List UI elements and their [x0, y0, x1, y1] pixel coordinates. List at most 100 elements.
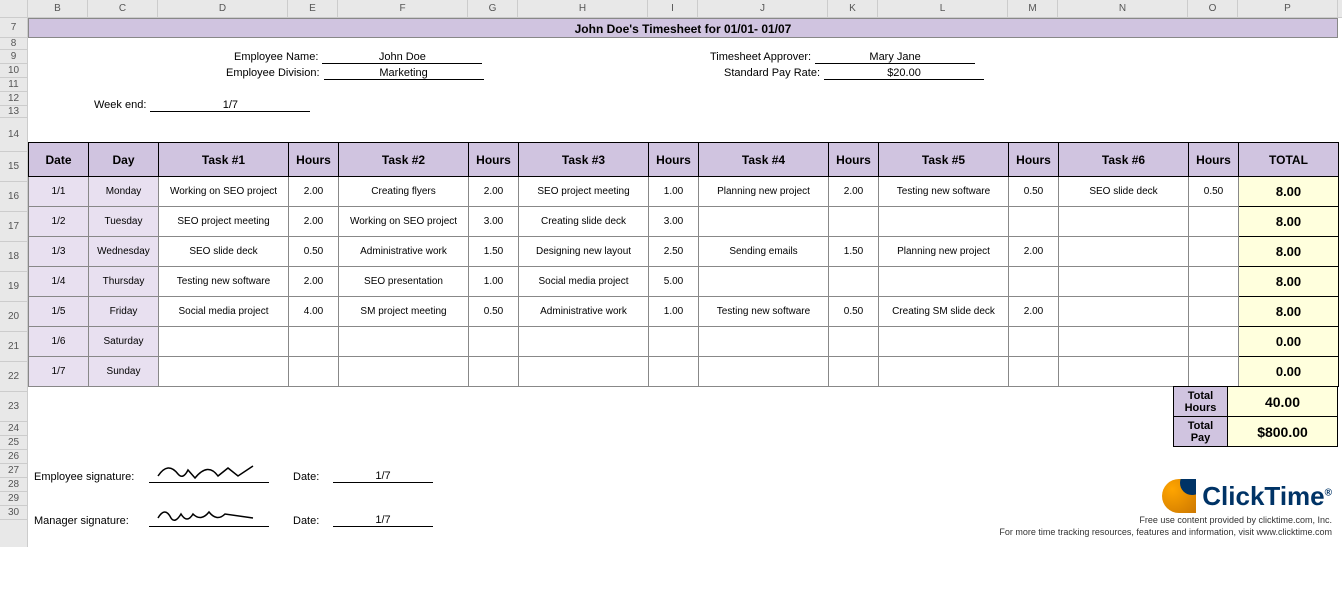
row-header-17[interactable]: 17 — [0, 212, 27, 242]
row-header-29[interactable]: 29 — [0, 492, 27, 506]
row-header-26[interactable]: 26 — [0, 450, 27, 464]
cell-date[interactable]: 1/2 — [29, 207, 89, 237]
row-header-16[interactable]: 16 — [0, 182, 27, 212]
cell-2-2[interactable]: Administrative work — [339, 237, 469, 267]
row-header-30[interactable]: 30 — [0, 506, 27, 520]
cell-5-5[interactable] — [649, 327, 699, 357]
cell-1-9[interactable] — [1009, 207, 1059, 237]
cell-1-3[interactable]: 3.00 — [469, 207, 519, 237]
cell-5-10[interactable] — [1059, 327, 1189, 357]
cell-0-8[interactable]: Testing new software — [879, 177, 1009, 207]
cell-4-11[interactable] — [1189, 297, 1239, 327]
cell-4-5[interactable]: 1.00 — [649, 297, 699, 327]
cell-0-1[interactable]: 2.00 — [289, 177, 339, 207]
cell-date[interactable]: 1/5 — [29, 297, 89, 327]
cell-3-6[interactable] — [699, 267, 829, 297]
cell-0-9[interactable]: 0.50 — [1009, 177, 1059, 207]
cell-5-11[interactable] — [1189, 327, 1239, 357]
cell-3-10[interactable] — [1059, 267, 1189, 297]
cell-6-3[interactable] — [469, 357, 519, 387]
col-header-N[interactable]: N — [1058, 0, 1188, 17]
cell-1-5[interactable]: 3.00 — [649, 207, 699, 237]
row-header-9[interactable]: 9 — [0, 50, 27, 64]
cell-5-4[interactable] — [519, 327, 649, 357]
cell-5-2[interactable] — [339, 327, 469, 357]
cell-date[interactable]: 1/1 — [29, 177, 89, 207]
cell-date[interactable]: 1/7 — [29, 357, 89, 387]
cell-2-9[interactable]: 2.00 — [1009, 237, 1059, 267]
col-header-K[interactable]: K — [828, 0, 878, 17]
cell-2-11[interactable] — [1189, 237, 1239, 267]
cell-date[interactable]: 1/3 — [29, 237, 89, 267]
col-header-J[interactable]: J — [698, 0, 828, 17]
cell-1-8[interactable] — [879, 207, 1009, 237]
col-header-L[interactable]: L — [878, 0, 1008, 17]
table-row[interactable]: 1/6Saturday0.00 — [29, 327, 1339, 357]
cell-1-10[interactable] — [1059, 207, 1189, 237]
row-header-22[interactable]: 22 — [0, 362, 27, 392]
cell-1-1[interactable]: 2.00 — [289, 207, 339, 237]
cell-day[interactable]: Sunday — [89, 357, 159, 387]
cell-3-11[interactable] — [1189, 267, 1239, 297]
col-header-H[interactable]: H — [518, 0, 648, 17]
cell-5-7[interactable] — [829, 327, 879, 357]
cell-1-11[interactable] — [1189, 207, 1239, 237]
cell-4-6[interactable]: Testing new software — [699, 297, 829, 327]
row-header-27[interactable]: 27 — [0, 464, 27, 478]
table-row[interactable]: 1/2TuesdaySEO project meeting2.00Working… — [29, 207, 1339, 237]
col-header-O[interactable]: O — [1188, 0, 1238, 17]
cell-date[interactable]: 1/6 — [29, 327, 89, 357]
cell-2-0[interactable]: SEO slide deck — [159, 237, 289, 267]
cell-3-9[interactable] — [1009, 267, 1059, 297]
cell-4-3[interactable]: 0.50 — [469, 297, 519, 327]
row-header-15[interactable]: 15 — [0, 152, 27, 182]
cell-6-10[interactable] — [1059, 357, 1189, 387]
cell-0-10[interactable]: SEO slide deck — [1059, 177, 1189, 207]
cell-4-2[interactable]: SM project meeting — [339, 297, 469, 327]
cell-day[interactable]: Wednesday — [89, 237, 159, 267]
cell-3-1[interactable]: 2.00 — [289, 267, 339, 297]
cell-5-9[interactable] — [1009, 327, 1059, 357]
cell-5-0[interactable] — [159, 327, 289, 357]
cell-date[interactable]: 1/4 — [29, 267, 89, 297]
cell-6-7[interactable] — [829, 357, 879, 387]
weekend-value[interactable]: 1/7 — [150, 99, 310, 112]
cell-5-1[interactable] — [289, 327, 339, 357]
row-header-11[interactable]: 11 — [0, 78, 27, 92]
row-header-19[interactable]: 19 — [0, 272, 27, 302]
row-header-20[interactable]: 20 — [0, 302, 27, 332]
cell-6-4[interactable] — [519, 357, 649, 387]
cell-0-4[interactable]: SEO project meeting — [519, 177, 649, 207]
table-row[interactable]: 1/3WednesdaySEO slide deck0.50Administra… — [29, 237, 1339, 267]
cell-0-7[interactable]: 2.00 — [829, 177, 879, 207]
col-header-I[interactable]: I — [648, 0, 698, 17]
employee-signature-line[interactable] — [149, 459, 269, 483]
col-header-G[interactable]: G — [468, 0, 518, 17]
table-row[interactable]: 1/7Sunday0.00 — [29, 357, 1339, 387]
cell-6-9[interactable] — [1009, 357, 1059, 387]
row-header-18[interactable]: 18 — [0, 242, 27, 272]
employee-name-value[interactable]: John Doe — [322, 51, 482, 64]
cell-1-7[interactable] — [829, 207, 879, 237]
col-header-C[interactable]: C — [88, 0, 158, 17]
cell-2-10[interactable] — [1059, 237, 1189, 267]
cell-3-5[interactable]: 5.00 — [649, 267, 699, 297]
cell-4-0[interactable]: Social media project — [159, 297, 289, 327]
row-header-24[interactable]: 24 — [0, 422, 27, 436]
cell-5-8[interactable] — [879, 327, 1009, 357]
cell-2-1[interactable]: 0.50 — [289, 237, 339, 267]
cell-2-6[interactable]: Sending emails — [699, 237, 829, 267]
row-header-25[interactable]: 25 — [0, 436, 27, 450]
cell-6-2[interactable] — [339, 357, 469, 387]
cell-day[interactable]: Thursday — [89, 267, 159, 297]
col-header-E[interactable]: E — [288, 0, 338, 17]
row-header-23[interactable]: 23 — [0, 392, 27, 422]
cell-5-3[interactable] — [469, 327, 519, 357]
col-header-P[interactable]: P — [1238, 0, 1338, 17]
row-header-10[interactable]: 10 — [0, 64, 27, 78]
cell-0-5[interactable]: 1.00 — [649, 177, 699, 207]
cell-3-0[interactable]: Testing new software — [159, 267, 289, 297]
table-row[interactable]: 1/5FridaySocial media project4.00SM proj… — [29, 297, 1339, 327]
cell-3-8[interactable] — [879, 267, 1009, 297]
cell-4-1[interactable]: 4.00 — [289, 297, 339, 327]
